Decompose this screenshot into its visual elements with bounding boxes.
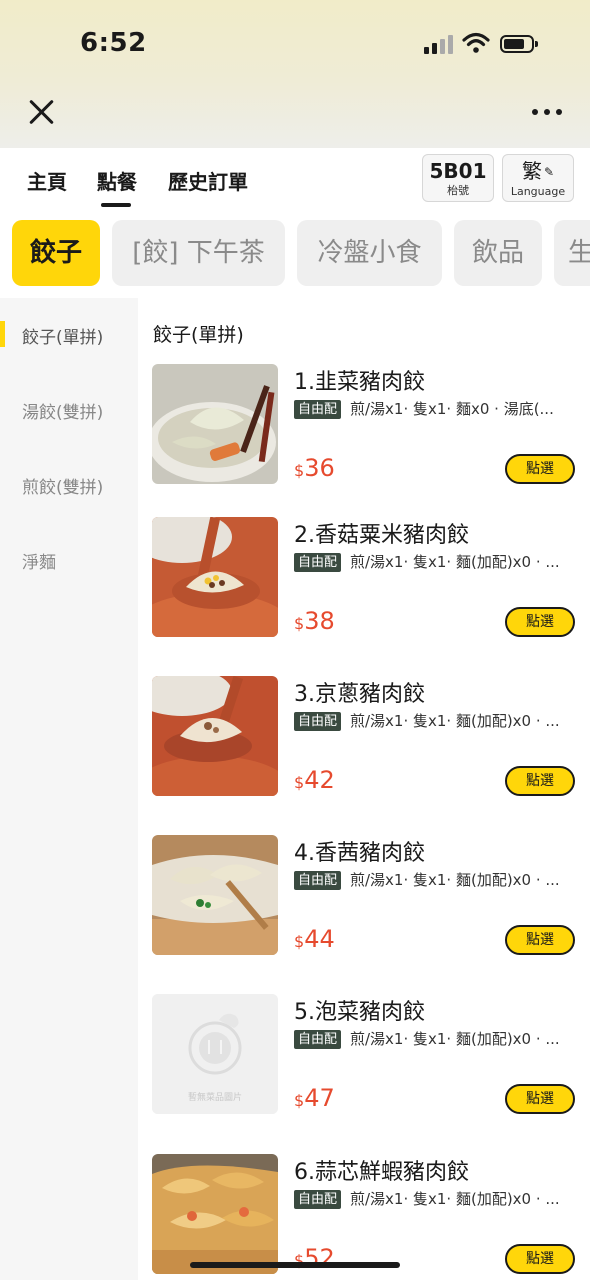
menu-item[interactable]: 暫無菜品圖片 5.泡菜豬肉餃 自由配 煎/湯x1· 隻x1· 麵(加配)x0 ·… — [138, 994, 590, 1122]
dish-photo — [152, 517, 278, 637]
item-price: $47 — [294, 1084, 335, 1112]
subcategory-sidebar: 餃子(單拼) 湯餃(雙拼) 煎餃(雙拼) 淨麵 — [0, 298, 138, 1280]
select-item-button[interactable]: 點選 — [505, 1244, 575, 1274]
select-item-button[interactable]: 點選 — [505, 1084, 575, 1114]
category-chip-dumplings[interactable]: 餃子 — [12, 220, 100, 286]
menu-item[interactable]: 4.香茜豬肉餃 自由配 煎/湯x1· 隻x1· 麵(加配)x0 · ... $4… — [138, 835, 590, 963]
tab-order[interactable]: 點餐 — [97, 166, 137, 195]
home-indicator — [190, 1262, 400, 1268]
item-options: 煎/湯x1· 隻x1· 麵(加配)x0 · ... — [350, 1030, 560, 1048]
item-name: 4.香茜豬肉餃 — [294, 841, 425, 866]
select-item-button[interactable]: 點選 — [505, 925, 575, 955]
sidebar-item-soup-dumplings[interactable]: 湯餃(雙拼) — [22, 398, 103, 423]
wifi-icon — [462, 32, 490, 54]
item-price: $42 — [294, 766, 335, 794]
table-number: 5B01 — [429, 159, 487, 183]
dish-photo — [152, 835, 278, 955]
item-tag: 自由配 — [294, 400, 342, 419]
item-options: 煎/湯x1· 隻x1· 麵(加配)x0 · ... — [350, 712, 560, 730]
category-bar: 餃子 [餃] 下午茶 冷盤小食 飲品 生 — [0, 214, 590, 294]
item-name: 1.韭菜豬肉餃 — [294, 370, 425, 395]
category-chip-next[interactable]: 生 — [554, 220, 590, 286]
language-switch-button[interactable]: 繁 ✎ Language — [502, 154, 574, 202]
item-tag: 自由配 — [294, 553, 342, 572]
sidebar-active-marker — [0, 321, 5, 347]
dish-photo-placeholder: 暫無菜品圖片 — [152, 994, 278, 1114]
section-title: 餃子(單拼) — [153, 324, 244, 346]
item-price: $38 — [294, 607, 335, 635]
close-icon[interactable] — [26, 96, 58, 128]
item-name: 3.京蔥豬肉餃 — [294, 682, 425, 707]
select-item-button[interactable]: 點選 — [505, 454, 575, 484]
item-price: $36 — [294, 454, 335, 482]
item-tag: 自由配 — [294, 712, 342, 731]
select-item-button[interactable]: 點選 — [505, 766, 575, 796]
placeholder-text: 暫無菜品圖片 — [187, 1093, 242, 1103]
item-options: 煎/湯x1· 隻x1· 麵(加配)x0 · ... — [350, 553, 560, 571]
item-name: 2.香菇粟米豬肉餃 — [294, 523, 469, 548]
category-chip-cold-dishes[interactable]: 冷盤小食 — [297, 220, 442, 286]
sidebar-item-plain-noodles[interactable]: 淨麵 — [22, 548, 56, 573]
category-chip-drinks[interactable]: 飲品 — [454, 220, 542, 286]
item-tag: 自由配 — [294, 871, 342, 890]
menu-item-list: 餃子(單拼) 1.韭菜豬肉餃 自由配 煎/湯x1· 隻x1· 麵x0 · 湯底(… — [138, 298, 590, 1280]
category-chip-afternoon-tea[interactable]: [餃] 下午茶 — [112, 220, 285, 286]
menu-item[interactable]: 1.韭菜豬肉餃 自由配 煎/湯x1· 隻x1· 麵x0 · 湯底(... $36… — [138, 364, 590, 492]
item-name: 5.泡菜豬肉餃 — [294, 1000, 425, 1025]
language-value: 繁 — [521, 159, 542, 183]
item-options: 煎/湯x1· 隻x1· 麵(加配)x0 · ... — [350, 1190, 560, 1208]
tab-home[interactable]: 主頁 — [27, 166, 67, 195]
menu-item[interactable]: 3.京蔥豬肉餃 自由配 煎/湯x1· 隻x1· 麵(加配)x0 · ... $4… — [138, 676, 590, 804]
item-options: 煎/湯x1· 隻x1· 麵(加配)x0 · ... — [350, 871, 560, 889]
dish-photo — [152, 676, 278, 796]
sidebar-item-fried-dumplings[interactable]: 煎餃(雙拼) — [22, 473, 103, 498]
table-number-chip[interactable]: 5B01 枱號 — [422, 154, 494, 202]
status-time: 6:52 — [80, 28, 147, 58]
item-options: 煎/湯x1· 隻x1· 麵x0 · 湯底(... — [350, 400, 554, 418]
dish-photo — [152, 1154, 278, 1274]
item-tag: 自由配 — [294, 1030, 342, 1049]
item-tag: 自由配 — [294, 1190, 342, 1209]
more-options-icon[interactable] — [532, 109, 564, 117]
battery-icon — [500, 35, 538, 53]
cellular-signal-icon — [424, 34, 454, 54]
language-label: Language — [510, 185, 566, 198]
pencil-icon: ✎ — [543, 165, 555, 179]
item-name: 6.蒜芯鮮蝦豬肉餃 — [294, 1160, 469, 1185]
table-label: 枱號 — [447, 184, 469, 197]
active-tab-indicator — [101, 203, 131, 207]
dish-photo — [152, 364, 278, 484]
select-item-button[interactable]: 點選 — [505, 607, 575, 637]
sidebar-item-single-dumplings[interactable]: 餃子(單拼) — [22, 323, 103, 348]
item-price: $44 — [294, 925, 335, 953]
tab-order-history[interactable]: 歷史訂單 — [168, 166, 248, 195]
menu-item[interactable]: 2.香菇粟米豬肉餃 自由配 煎/湯x1· 隻x1· 麵(加配)x0 · ... … — [138, 517, 590, 645]
app-header: 6:52 — [0, 0, 590, 148]
